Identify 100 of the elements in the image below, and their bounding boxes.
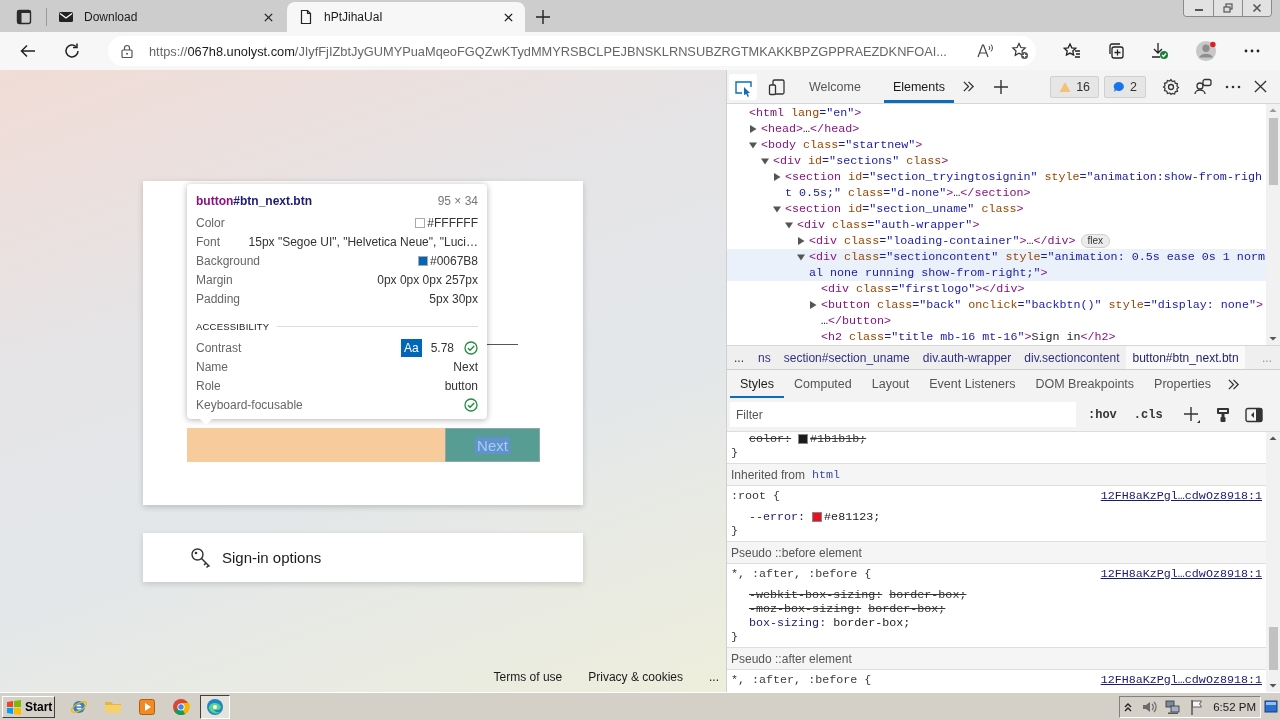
breadcrumb[interactable]: ns — [752, 346, 777, 369]
collapse-arrow-icon[interactable] — [761, 157, 769, 165]
panel-tab[interactable]: Event Listeners — [919, 370, 1026, 398]
collapse-arrow-icon[interactable] — [749, 141, 757, 149]
start-button[interactable]: Start — [2, 695, 55, 718]
scrollbar-thumb[interactable] — [1268, 627, 1278, 670]
devtools-tab[interactable]: Elements — [883, 70, 954, 103]
more-tabs-icon[interactable] — [962, 80, 975, 93]
property-name[interactable]: --error: — [749, 510, 806, 524]
element-link[interactable]: html — [812, 467, 841, 482]
property-value[interactable]: #1b1b1b; — [810, 432, 867, 446]
dom-node[interactable]: <div class="sectioncontent" style="animation: 0.5s ease 0s 1 normal none running show-from-right;"> — [727, 249, 1266, 281]
flex-badge[interactable]: flex — [1080, 234, 1111, 248]
breadcrumb[interactable]: section#section_uname — [777, 346, 916, 369]
dom-node[interactable]: <section id="section_uname" class> — [727, 201, 1266, 217]
expand-arrow-icon[interactable] — [773, 173, 781, 181]
device-icon[interactable] — [768, 77, 786, 96]
inspect-icon[interactable] — [729, 73, 757, 100]
dom-node[interactable]: <div class="loading-container">…</div> flex — [727, 233, 1266, 249]
footer-link[interactable]: Terms of use — [493, 670, 563, 684]
taskbar-button[interactable] — [200, 694, 230, 719]
property-value[interactable]: #e81123; — [824, 510, 881, 524]
avatar-icon[interactable] — [1195, 40, 1217, 62]
warnings-button[interactable]: 16 — [1050, 75, 1100, 98]
property-value[interactable]: border-box; — [868, 602, 946, 616]
breadcrumb[interactable]: button#btn_next.btn — [1126, 346, 1245, 369]
filter-tool-button[interactable]: .cls — [1128, 407, 1168, 422]
filter-tool-button[interactable]: :hov — [1083, 407, 1122, 422]
expand-arrow-icon[interactable] — [797, 237, 805, 245]
address-bar[interactable]: https://067h8.unolyst.com/JIyfFjIZbtJyGUMYPuaMqeoFGQZwKTydMMYRSBCLPEJBNSKLRNSUBZRGTMKAKKBPZGPPRAEZDKNFOAI... — [108, 36, 1036, 66]
property-name[interactable]: color: — [749, 432, 792, 446]
dom-node[interactable]: <div id="sections" class> — [727, 153, 1266, 169]
scrollbar-thumb[interactable] — [1268, 118, 1278, 185]
breadcrumb[interactable]: div.sectioncontent — [1018, 346, 1126, 369]
close-icon[interactable] — [503, 11, 514, 23]
panel-tab[interactable]: DOM Breakpoints — [1025, 370, 1145, 398]
collections-icon[interactable] — [1107, 42, 1125, 60]
source-link[interactable]: 12FH8aKzPgl…cdwOz8918:1 — [1100, 567, 1262, 581]
lock-icon[interactable] — [120, 44, 134, 58]
expand-arrow-icon[interactable] — [809, 301, 817, 309]
envelope-icon — [58, 9, 74, 25]
browser-tab[interactable]: hPtJihaUaI — [287, 2, 525, 32]
dom-node[interactable]: <div class="firstlogo"></div> — [727, 281, 1266, 297]
sidebar-toggle-icon[interactable] — [1244, 406, 1263, 423]
show-desktop-icon[interactable] — [1264, 698, 1278, 715]
source-link[interactable]: 12FH8aKzPgl…cdwOz8918:1 — [1100, 673, 1262, 687]
scroll-left-button[interactable]: ... — [727, 346, 751, 369]
network-icon[interactable] — [1165, 698, 1182, 715]
browser-tab[interactable]: Download — [47, 2, 285, 32]
property-value[interactable]: border-box; — [833, 616, 911, 630]
clock[interactable]: 6:52 PM — [1213, 700, 1256, 713]
collapse-arrow-icon[interactable] — [785, 221, 793, 229]
dom-node[interactable]: <div class="auth-wrapper"> — [727, 217, 1266, 233]
close-icon[interactable] — [263, 11, 274, 23]
collapse-arrow-icon[interactable] — [797, 253, 805, 261]
read-aloud-icon[interactable] — [976, 42, 994, 60]
property-name[interactable]: -moz-box-sizing: — [749, 602, 862, 616]
plus-icon[interactable] — [993, 78, 1009, 95]
dom-node[interactable]: <h2 class="title mb-16 mt-16">Sign in</h2> — [727, 329, 1266, 345]
dom-node[interactable]: <body class="startnew"> — [727, 137, 1266, 153]
more-tabs-icon[interactable] — [1227, 377, 1241, 391]
feedback-icon[interactable] — [1194, 77, 1212, 96]
close-icon[interactable] — [1254, 80, 1267, 93]
source-link[interactable]: 12FH8aKzPgl…cdwOz8918:1 — [1100, 489, 1262, 503]
restore-button[interactable] — [1213, 0, 1242, 16]
expand-arrow-icon[interactable] — [749, 125, 757, 133]
scrollbar[interactable] — [1266, 104, 1280, 345]
scrollbar[interactable] — [1266, 432, 1280, 692]
footer-link[interactable]: ... — [709, 670, 719, 684]
refresh-icon[interactable] — [63, 42, 81, 60]
panel-tab[interactable]: Layout — [861, 370, 920, 398]
dom-node[interactable]: <head>…</head> — [727, 121, 1266, 137]
brush-icon[interactable] — [1214, 406, 1231, 423]
devtools-tab[interactable]: Welcome — [800, 70, 870, 103]
swatch-icon[interactable] — [798, 434, 809, 444]
footer-link[interactable]: Privacy & cookies — [588, 670, 683, 684]
star-plus-icon[interactable] — [1011, 42, 1029, 60]
panel-tab[interactable]: Properties — [1144, 370, 1222, 398]
plus-icon[interactable] — [535, 9, 551, 25]
filter-field[interactable]: Filter — [730, 402, 1076, 427]
vertical-tabs-icon[interactable] — [16, 9, 32, 25]
favorites-icon[interactable] — [1063, 42, 1081, 60]
sign-in-options-button[interactable]: Sign-in options — [143, 533, 583, 582]
dom-node[interactable]: <section id="section_tryingtosignin" style="animation:show-from-right 0.5s;" class="d-none">…</section> — [727, 169, 1266, 201]
messages-button[interactable]: 2 — [1104, 75, 1146, 98]
download-icon[interactable] — [1151, 42, 1169, 60]
settings-icon[interactable] — [1162, 77, 1180, 96]
property-value[interactable]: border-box; — [889, 588, 967, 602]
back-arrow-icon[interactable] — [19, 42, 37, 60]
panel-tab[interactable]: Computed — [784, 370, 862, 398]
dom-node[interactable]: <html lang="en"> — [727, 105, 1266, 121]
property-name[interactable]: -webkit-box-sizing: — [749, 588, 883, 602]
close-button[interactable] — [1242, 0, 1271, 16]
breadcrumb[interactable]: div.auth-wrapper — [916, 346, 1018, 369]
collapse-arrow-icon[interactable] — [773, 205, 781, 213]
new-rule-icon[interactable] — [1182, 405, 1201, 424]
swatch-icon[interactable] — [812, 512, 823, 522]
minimize-button[interactable] — [1184, 0, 1213, 16]
dom-node[interactable]: <button class="back" onclick="backbtn()" style="display: none"> …</button> — [727, 297, 1266, 329]
property-name[interactable]: box-sizing: — [749, 616, 827, 630]
